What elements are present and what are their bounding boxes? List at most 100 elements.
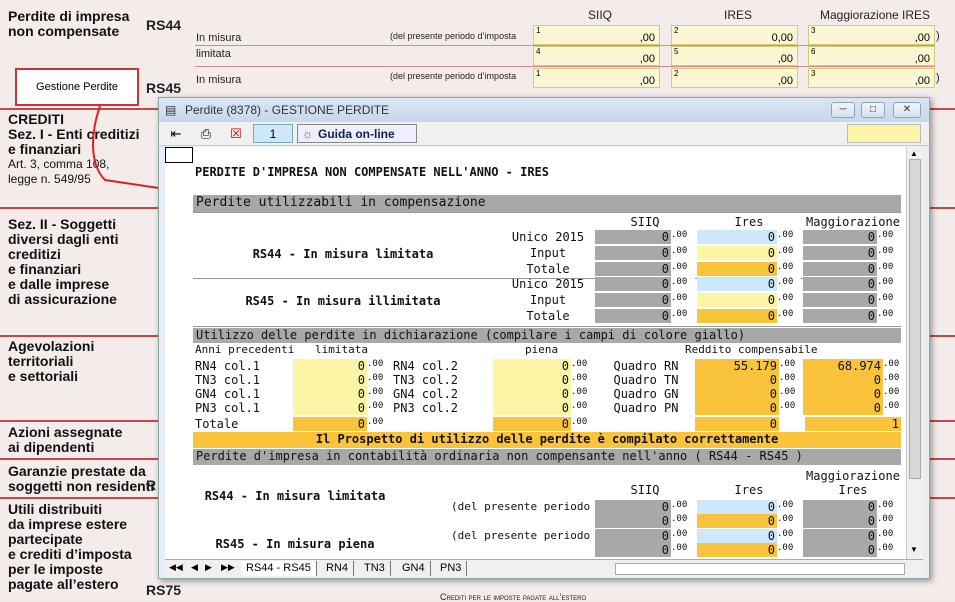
utilizzo-label-a: RN4 col.1 <box>195 359 261 373</box>
ires-value-b: 0 <box>697 500 777 514</box>
siiq-value-b: 0 <box>595 529 671 543</box>
magg-value: 0 <box>803 277 877 291</box>
siiq-value: 0 <box>595 230 671 244</box>
piena-value-dec: .00 <box>571 387 595 401</box>
app-icon: ▤ <box>165 103 177 117</box>
reddito-dec: .00 <box>779 401 803 415</box>
utilizzo-label-a: GN4 col.1 <box>195 387 261 401</box>
tab-pn3[interactable]: PN3 <box>435 561 468 576</box>
scroll-thumb[interactable] <box>909 159 921 479</box>
page-number-field[interactable]: 1 <box>253 124 293 143</box>
maximize-button[interactable]: □ <box>861 102 885 118</box>
siiq-value-b: 0 <box>595 543 671 557</box>
row-label: Unico 2015 <box>511 230 585 244</box>
magg-value-dec: .00 <box>877 230 901 244</box>
prev-sheet-icon[interactable]: ◀ <box>191 562 198 573</box>
print-icon[interactable]: ⎙ <box>195 124 217 143</box>
sec3-header: Perdite d'impresa in contabilità ordinar… <box>193 449 901 465</box>
magg-value-dec: .00 <box>877 246 901 260</box>
limitata-value: 0 <box>293 401 367 415</box>
close-button[interactable]: ✕ <box>893 102 921 118</box>
siiq-value-b-dec: .00 <box>671 500 695 514</box>
magg-reddito-value: 0 <box>803 401 883 415</box>
reddito-dec: .00 <box>779 387 803 401</box>
minimize-icon: ─ <box>839 104 847 115</box>
ires-value-b-dec: .00 <box>777 514 801 528</box>
crediti-footer: Crediti per le imposte pagate all’estero <box>440 592 587 602</box>
quadro-label: Quadro PN <box>613 401 679 415</box>
status-field <box>847 124 921 143</box>
piena-value-dec: .00 <box>571 359 595 373</box>
magg-value-b-dec: .00 <box>877 500 901 514</box>
totale-piena: 0 <box>493 417 571 431</box>
guida-online-button[interactable]: ☼ Guida on-line <box>297 124 417 143</box>
ires-value-dec: .00 <box>777 293 801 307</box>
magg-value-b: 0 <box>803 500 877 514</box>
exit-icon[interactable]: ⇤ <box>165 124 187 143</box>
siiq-value-b-dec: .00 <box>671 543 695 557</box>
totale-label: Totale <box>195 417 239 431</box>
sec1-header: Perdite utilizzabili in compensazione <box>193 195 901 212</box>
siiq-value-dec: .00 <box>671 230 695 244</box>
next-sheet-icon[interactable]: ▶ <box>205 562 212 573</box>
limitata-value-dec: .00 <box>367 359 391 373</box>
piena-value-dec: .00 <box>571 401 595 415</box>
magg-reddito-dec: .00 <box>883 359 903 373</box>
piena-value: 0 <box>493 359 571 373</box>
vertical-scrollbar[interactable]: ▲ ▼ <box>906 147 923 559</box>
magg-value-b-dec: .00 <box>877 514 901 528</box>
piena-value: 0 <box>493 373 571 387</box>
first-sheet-icon[interactable]: ◀◀ <box>169 562 183 573</box>
magg-value-dec: .00 <box>877 293 901 307</box>
reddito-value: 0 <box>695 387 779 401</box>
scroll-down-icon[interactable]: ▼ <box>910 545 918 554</box>
ires-value: 0 <box>697 262 777 276</box>
tab-rs44-rs45[interactable]: RS44 - RS45 <box>241 561 317 576</box>
scroll-up-icon[interactable]: ▲ <box>910 149 918 158</box>
quadro-label: Quadro GN <box>613 387 679 401</box>
ires-value: 0 <box>697 230 777 244</box>
piena-value: 0 <box>493 401 571 415</box>
magg-reddito-dec: .00 <box>883 373 903 387</box>
dialog-content: PERDITE D'IMPRESA NON COMPENSATE NELL'AN… <box>165 147 921 559</box>
piena-value: 0 <box>493 387 571 401</box>
limitata-value: 0 <box>293 387 367 401</box>
ires-value-b-dec: .00 <box>777 543 801 557</box>
siiq-value: 0 <box>595 309 671 323</box>
magg-reddito-dec: .00 <box>883 401 903 415</box>
ires-value-b-dec: .00 <box>777 529 801 543</box>
ires-value-b-dec: .00 <box>777 500 801 514</box>
delete-icon[interactable]: ☒ <box>225 124 247 143</box>
horizontal-scrollbar[interactable] <box>615 563 905 575</box>
utilizzo-label-b: TN3 col.2 <box>393 373 459 387</box>
magg-value-b: 0 <box>803 514 877 528</box>
cell-cursor <box>165 147 193 163</box>
reddito-value: 0 <box>695 401 779 415</box>
ires-value: 0 <box>697 293 777 307</box>
minimize-button[interactable]: ─ <box>831 102 855 118</box>
tab-rn4[interactable]: RN4 <box>321 561 355 576</box>
siiq-value-dec: .00 <box>671 262 695 276</box>
magg-value: 0 <box>803 230 877 244</box>
globe-icon: ☼ <box>302 127 313 141</box>
ires-value: 0 <box>697 309 777 323</box>
piena-value-dec: .00 <box>571 373 595 387</box>
reddito-value: 55.179 <box>695 359 779 373</box>
tab-tn3[interactable]: TN3 <box>359 561 391 576</box>
row-label: Input <box>529 293 567 307</box>
tab-gn4[interactable]: GN4 <box>397 561 431 576</box>
magg-value-dec: .00 <box>877 309 901 323</box>
dialog-toolbar: ⇤ ⎙ ☒ 1 ☼ Guida on-line <box>159 122 929 146</box>
totale-limitata: 0 <box>293 417 367 431</box>
siiq-value-dec: .00 <box>671 277 695 291</box>
reddito-dec: .00 <box>779 373 803 387</box>
siiq-value-dec: .00 <box>671 293 695 307</box>
row-label: Unico 2015 <box>511 277 585 291</box>
siiq-value: 0 <box>595 277 671 291</box>
limitata-value-dec: .00 <box>367 387 391 401</box>
rs44-label: RS44 - In misura limitata <box>252 247 434 261</box>
last-sheet-icon[interactable]: ▶▶ <box>221 562 235 573</box>
dialog-titlebar[interactable]: ▤ Perdite (8378) - GESTIONE PERDITE ─ □ … <box>159 98 929 122</box>
ires-value-dec: .00 <box>777 246 801 260</box>
utilizzo-label-b: GN4 col.2 <box>393 387 459 401</box>
